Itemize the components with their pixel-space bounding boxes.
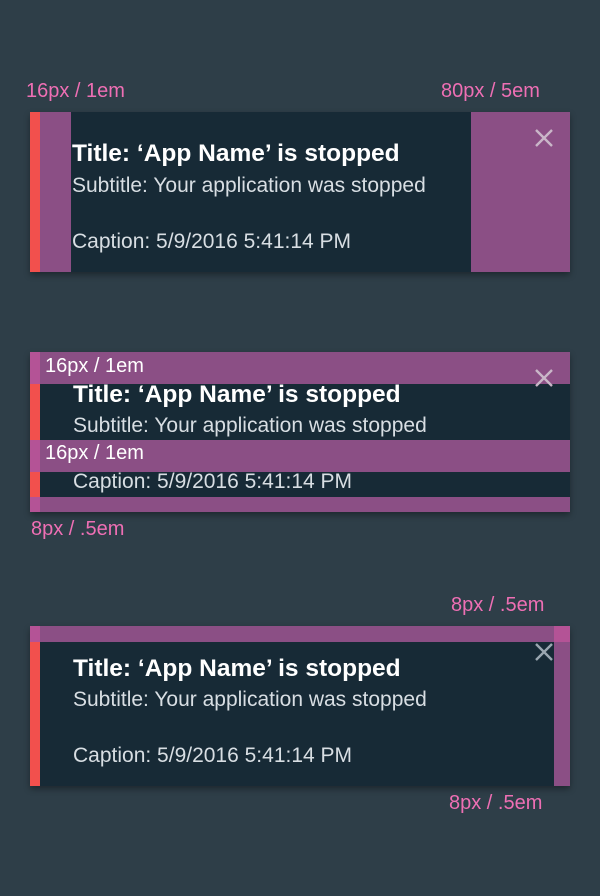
- bottom-padding-label: 8px / .5em: [31, 518, 125, 540]
- right-margin-label: 8px / .5em: [449, 792, 543, 814]
- bottom-padding-overlay: [30, 497, 570, 512]
- top-padding-label: 16px / 1em: [45, 355, 144, 377]
- close-icon[interactable]: [533, 641, 555, 663]
- close-icon[interactable]: [533, 127, 555, 149]
- notification-title: Title: ‘App Name’ is stopped: [73, 381, 401, 408]
- close-icon[interactable]: [533, 367, 555, 389]
- bottom-padding-accent-overlay: [30, 497, 40, 512]
- accent-bar: [30, 626, 40, 786]
- accent-bar: [30, 112, 40, 272]
- left-padding-overlay: [40, 112, 71, 272]
- top-margin-label: 8px / .5em: [451, 594, 545, 616]
- right-padding-label: 80px / 5em: [441, 80, 540, 102]
- caption-gap-label: 16px / 1em: [45, 442, 144, 464]
- corner-overlay: [554, 626, 570, 642]
- top-margin-overlay: [30, 626, 570, 642]
- toast-notification[interactable]: 16px / 1em Title: ‘App Name’ is stopped …: [30, 352, 570, 512]
- notification-subtitle: Subtitle: Your application was stopped: [73, 688, 427, 711]
- right-padding-overlay: [471, 112, 570, 272]
- left-padding-label: 16px / 1em: [26, 80, 125, 102]
- notification-title: Title: ‘App Name’ is stopped: [73, 655, 401, 682]
- notification-subtitle: Subtitle: Your application was stopped: [73, 414, 427, 437]
- toast-notification[interactable]: Title: ‘App Name’ is stopped Subtitle: Y…: [30, 112, 570, 272]
- notification-caption: Caption: 5/9/2016 5:41:14 PM: [73, 470, 353, 493]
- caption-gap-accent-overlay: [30, 440, 40, 472]
- notification-caption: Caption: 5/9/2016 5:41:14 PM: [72, 230, 352, 253]
- toast-notification[interactable]: Title: ‘App Name’ is stopped Subtitle: Y…: [30, 626, 570, 786]
- top-margin-accent-overlay: [30, 626, 40, 642]
- right-margin-overlay: [554, 642, 570, 786]
- top-padding-accent-overlay: [30, 352, 40, 384]
- notification-subtitle: Subtitle: Your application was stopped: [72, 174, 426, 197]
- notification-caption: Caption: 5/9/2016 5:41:14 PM: [73, 744, 353, 767]
- notification-title: Title: ‘App Name’ is stopped: [72, 140, 400, 167]
